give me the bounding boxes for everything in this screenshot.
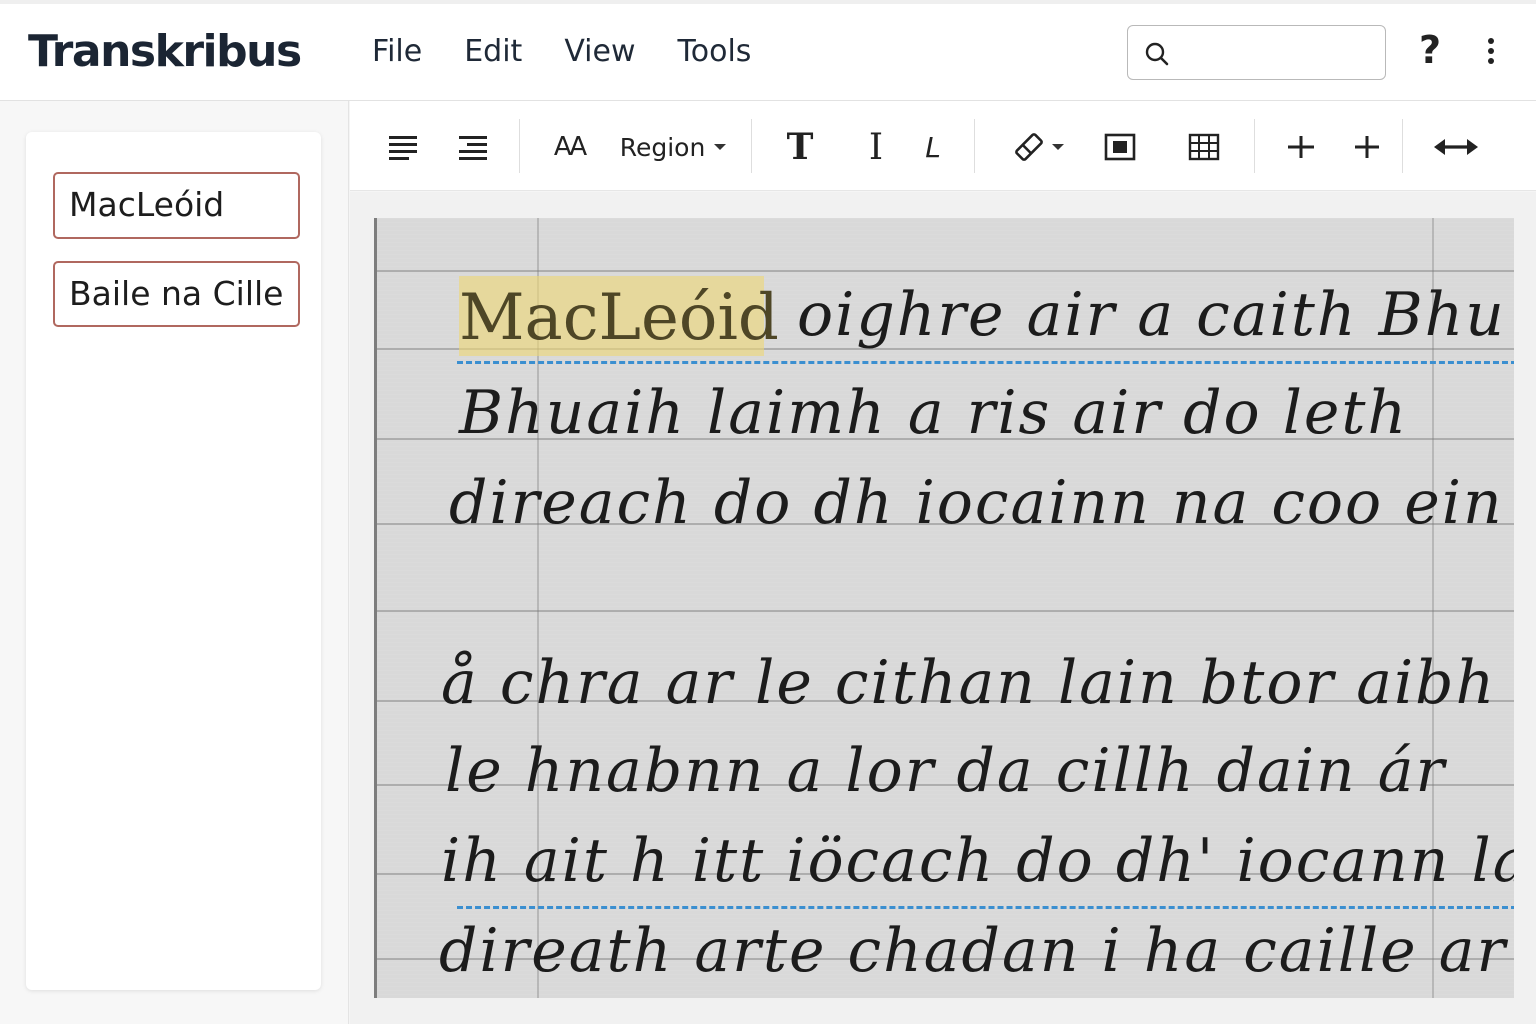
menu-edit[interactable]: Edit — [464, 34, 522, 69]
font-size-icon[interactable]: AA — [548, 123, 590, 171]
italic-l-glyph: L — [925, 130, 941, 164]
tag-item[interactable]: Baile na Cille — [53, 261, 300, 327]
left-panel: MacLeóid Baile na Cille — [0, 101, 349, 1024]
font-size-label: AA — [553, 132, 587, 162]
top-strip — [0, 0, 1536, 4]
text-line[interactable]: Bhuaih laimh a ris air do leth — [459, 378, 1408, 448]
text-line[interactable]: direach do dh iocainn na coo ein — [449, 468, 1504, 538]
text-line[interactable]: ih ait h itt iöcach do dh' iocann la — [441, 826, 1514, 896]
menu-bar: File Edit View Tools — [372, 34, 793, 69]
chevron-down-icon — [1051, 144, 1064, 150]
toolbar-separator — [1254, 119, 1255, 173]
tags-card: MacLeóid Baile na Cille — [26, 132, 321, 990]
top-bar: Transkribus File Edit View Tools ? — [0, 0, 1536, 101]
italic-l-icon[interactable]: L — [918, 123, 948, 171]
align-right-icon[interactable] — [455, 123, 489, 171]
text-bold-icon[interactable]: T — [782, 123, 818, 171]
text-bold-glyph: T — [786, 126, 814, 168]
chevron-down-icon — [714, 144, 727, 150]
add-line-icon[interactable] — [1284, 123, 1318, 171]
search-input[interactable] — [1180, 34, 1375, 72]
toolbar-separator — [1402, 119, 1403, 173]
toolbar-separator — [751, 119, 752, 173]
text-line[interactable]: oighre air a caith Bhu — [797, 280, 1506, 350]
add-point-icon[interactable] — [1350, 123, 1384, 171]
editor-toolbar: AA Region T I L — [350, 101, 1536, 191]
baseline-marker[interactable] — [457, 906, 1514, 909]
region-dropdown[interactable]: Region — [618, 123, 728, 171]
document-viewer[interactable]: MacLeóid oighre air a caith Bhu Bhuaih l… — [350, 192, 1536, 1024]
region-label: Region — [619, 132, 706, 162]
help-button[interactable]: ? — [1419, 28, 1441, 72]
toolbar-separator — [974, 119, 975, 173]
align-left-icon[interactable] — [386, 123, 420, 171]
toolbar-separator — [519, 119, 520, 173]
search-box[interactable] — [1127, 25, 1386, 80]
baseline-marker[interactable] — [457, 361, 1514, 364]
menu-file[interactable]: File — [372, 34, 422, 69]
more-options-icon[interactable] — [1485, 38, 1497, 68]
app-logo[interactable]: Transkribus — [28, 26, 302, 77]
menu-view[interactable]: View — [564, 34, 635, 69]
expand-horizontal-icon[interactable] — [1430, 123, 1482, 171]
text-line[interactable]: å chra ar le cithan lain btor aibh — [441, 648, 1496, 718]
highlighted-word[interactable]: MacLeóid — [459, 276, 779, 356]
search-icon — [1145, 42, 1169, 66]
text-line[interactable]: direath arte chadan i ha caille ar — [439, 916, 1507, 986]
tag-item[interactable]: MacLeóid — [53, 172, 300, 239]
text-cursor-glyph: I — [868, 126, 884, 168]
text-cursor-icon[interactable]: I — [858, 123, 894, 171]
manuscript-page[interactable]: MacLeóid oighre air a caith Bhu Bhuaih l… — [374, 218, 1514, 998]
text-line[interactable]: le hnabnn a lor da cillh dain ár — [445, 736, 1446, 806]
frame-region-icon[interactable] — [1102, 123, 1138, 171]
ruled-line — [377, 610, 1514, 612]
eraser-tool-icon[interactable] — [1006, 123, 1070, 171]
ruled-line — [377, 270, 1514, 272]
menu-tools[interactable]: Tools — [678, 34, 752, 69]
table-grid-icon[interactable] — [1186, 123, 1222, 171]
